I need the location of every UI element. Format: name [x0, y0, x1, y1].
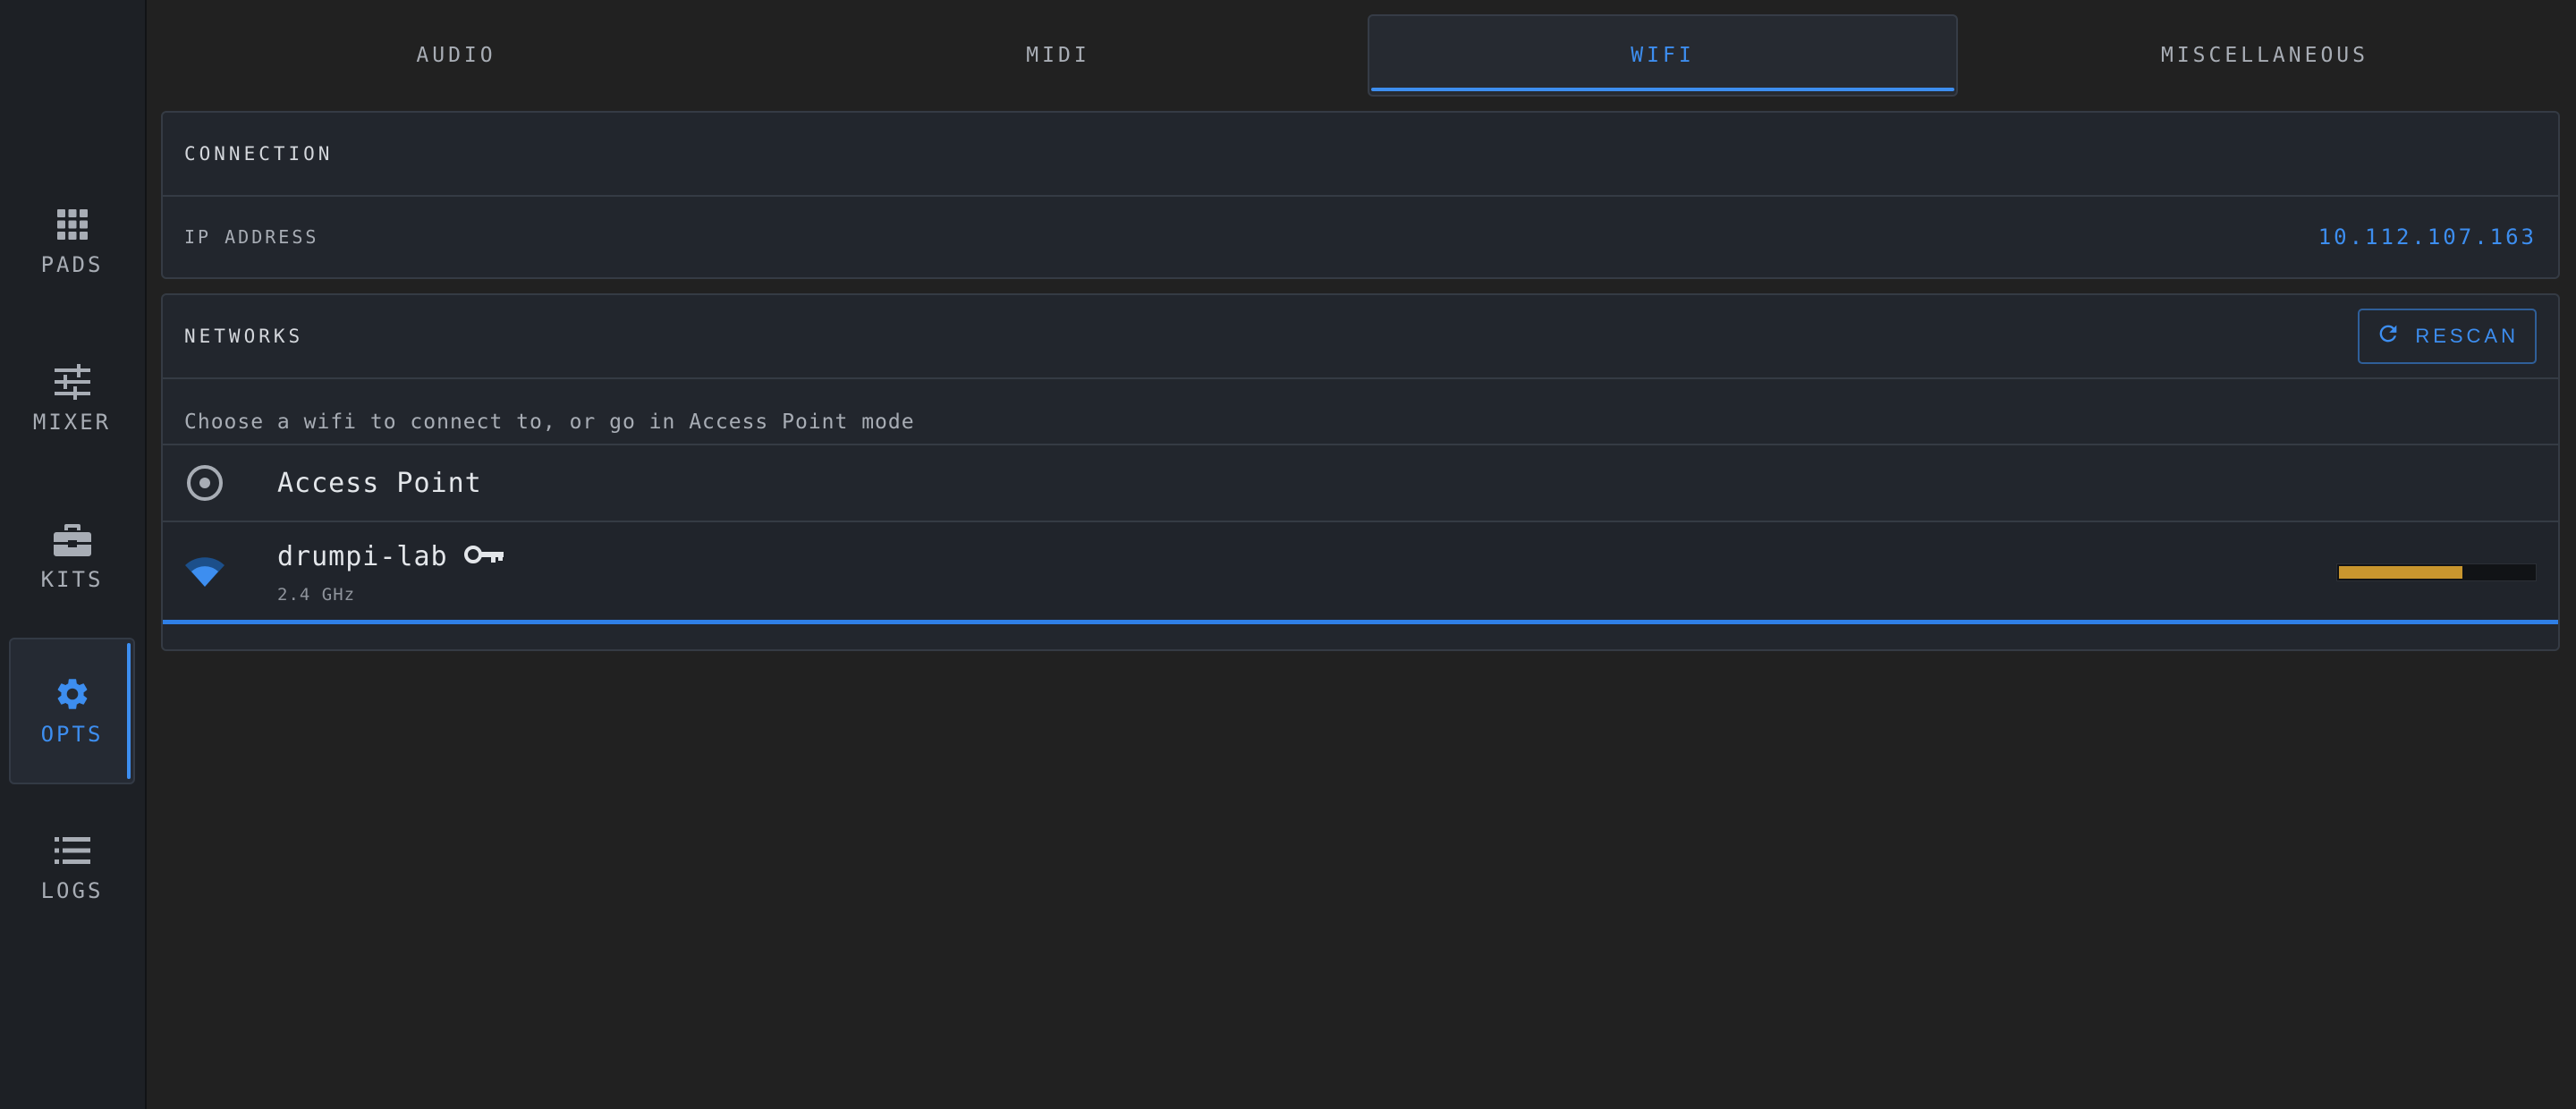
gear-icon: [54, 675, 91, 713]
sidebar-item-label: OPTS: [40, 722, 104, 747]
rescan-button[interactable]: RESCAN: [2358, 309, 2537, 364]
sidebar-item-pads[interactable]: PADS: [9, 168, 135, 315]
tab-label: WIFI: [1631, 44, 1695, 67]
sliders-icon: [54, 363, 91, 401]
sidebar-item-kits[interactable]: KITS: [9, 483, 135, 630]
access-point-name: Access Point: [277, 467, 482, 499]
ip-address-value: 10.112.107.163: [2318, 224, 2537, 250]
section-title: CONNECTION: [184, 143, 334, 165]
tab-wifi[interactable]: WIFI: [1368, 14, 1958, 97]
briefcase-icon: [53, 521, 91, 558]
networks-hint: Choose a wifi to connect to, or go in Ac…: [184, 411, 915, 434]
tab-label: MISCELLANEOUS: [2160, 44, 2368, 67]
tab-label: MIDI: [1026, 44, 1090, 67]
connection-panel: CONNECTION IP ADDRESS 10.112.107.163: [161, 111, 2560, 279]
tab-audio[interactable]: AUDIO: [161, 14, 751, 97]
section-title: NETWORKS: [184, 326, 304, 347]
networks-panel: NETWORKS RESCAN Choose a wifi to connect…: [161, 293, 2560, 651]
wifi-icon: [184, 552, 225, 593]
tab-label: AUDIO: [416, 44, 496, 67]
signal-strength-fill: [2339, 566, 2462, 579]
network-band: 2.4 GHz: [277, 584, 356, 605]
tab-midi[interactable]: MIDI: [763, 14, 1353, 97]
sidebar-item-opts[interactable]: OPTS: [9, 638, 135, 784]
ip-address-row: IP ADDRESS 10.112.107.163: [163, 195, 2558, 277]
sidebar-item-logs[interactable]: LOGS: [9, 794, 135, 941]
access-point-option[interactable]: Access Point: [163, 444, 2558, 521]
rescan-label: RESCAN: [2415, 325, 2519, 347]
list-icon: [54, 832, 91, 869]
sidebar-item-label: MIXER: [32, 410, 112, 435]
refresh-icon: [2376, 321, 2401, 351]
radio-target-icon: [184, 462, 225, 504]
networks-header: NETWORKS RESCAN: [163, 295, 2558, 377]
network-info: drumpi-lab 2.4 GHz: [277, 541, 505, 605]
sidebar-item-label: PADS: [40, 252, 104, 277]
selected-indicator: [163, 620, 2558, 624]
ip-address-label: IP ADDRESS: [184, 226, 319, 248]
sidebar: PADS MIXER KITS OPTS LOGS: [0, 0, 147, 1109]
sidebar-item-mixer[interactable]: MIXER: [9, 326, 135, 472]
tab-miscellaneous[interactable]: MISCELLANEOUS: [1970, 14, 2560, 97]
key-icon: [463, 544, 505, 569]
grid-icon: [54, 206, 91, 243]
network-ssid: drumpi-lab: [277, 540, 448, 572]
sidebar-item-label: LOGS: [40, 878, 104, 903]
network-list-item[interactable]: drumpi-lab 2.4 GHz: [163, 521, 2558, 624]
connection-header: CONNECTION: [163, 113, 2558, 195]
settings-tabs: AUDIO MIDI WIFI MISCELLANEOUS: [161, 14, 2560, 97]
signal-strength-bar: [2336, 563, 2537, 581]
sidebar-item-label: KITS: [40, 567, 104, 592]
networks-body: Choose a wifi to connect to, or go in Ac…: [163, 377, 2558, 624]
